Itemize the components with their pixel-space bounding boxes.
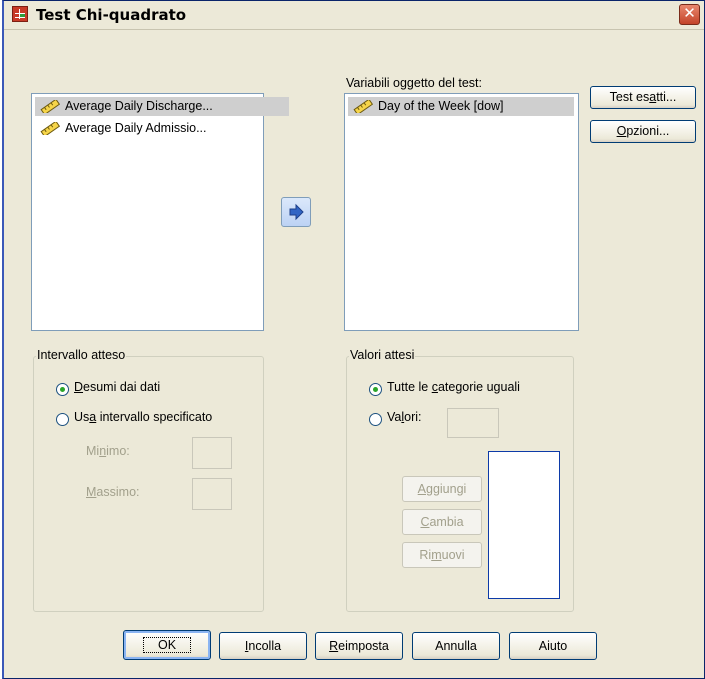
test-variables-label: Variabili oggetto del test: xyxy=(346,76,482,90)
add-button[interactable]: Aggiungi xyxy=(402,476,482,502)
expected-values-list[interactable] xyxy=(488,451,560,599)
expected-range-title: Intervallo atteso xyxy=(36,348,127,362)
radio-values-label[interactable]: Valori: xyxy=(387,410,422,424)
minimum-input[interactable] xyxy=(192,437,232,469)
move-right-button[interactable] xyxy=(281,197,311,227)
radio-from-data[interactable] xyxy=(56,383,69,396)
options-button[interactable]: Opzioni... xyxy=(590,120,696,143)
exact-tests-button[interactable]: Test esatti... xyxy=(590,86,696,109)
expected-values-group: Valori attesi Tutte le categorie uguali … xyxy=(346,348,574,612)
ok-button-label: OK xyxy=(142,637,192,653)
ruler-icon xyxy=(40,122,60,135)
radio-values[interactable] xyxy=(369,413,382,426)
help-button[interactable]: Aiuto xyxy=(509,632,597,660)
radio-specified-range-label[interactable]: Usa intervallo specificato xyxy=(74,410,212,424)
ruler-icon xyxy=(353,100,373,113)
ok-button[interactable]: OK xyxy=(123,630,211,660)
ruler-icon xyxy=(40,100,60,113)
paste-button[interactable]: Incolla xyxy=(219,632,307,660)
cancel-button[interactable]: Annulla xyxy=(412,632,500,660)
radio-equal-categories-label[interactable]: Tutte le categorie uguali xyxy=(387,380,520,394)
change-button[interactable]: Cambia xyxy=(402,509,482,535)
list-item-label: Average Daily Discharge... xyxy=(65,99,213,113)
list-item-label: Average Daily Admissio... xyxy=(65,121,207,135)
source-variable-list[interactable]: Average Daily Discharge... Average Daily… xyxy=(31,93,289,331)
maximum-input[interactable] xyxy=(192,478,232,510)
maximum-label: Massimo: xyxy=(86,485,140,499)
reset-button[interactable]: Reimposta xyxy=(315,632,403,660)
arrow-right-icon xyxy=(289,203,304,221)
minimum-label: Minimo: xyxy=(86,444,130,458)
close-button[interactable]: ✕ xyxy=(679,4,700,25)
radio-from-data-label[interactable]: Desumi dai dati xyxy=(74,380,160,394)
radio-specified-range[interactable] xyxy=(56,413,69,426)
window-title: Test Chi-quadrato xyxy=(36,6,187,24)
test-variable-list[interactable]: Day of the Week [dow] xyxy=(344,93,579,331)
values-input[interactable] xyxy=(447,408,499,438)
radio-equal-categories[interactable] xyxy=(369,383,382,396)
remove-button[interactable]: Rimuovi xyxy=(402,542,482,568)
dialog-window: Test Chi-quadrato ✕ Average Daily Discha… xyxy=(2,0,705,679)
expected-values-title: Valori attesi xyxy=(349,348,416,362)
spss-table-icon xyxy=(12,6,28,22)
list-item[interactable]: Average Daily Admissio... xyxy=(35,119,207,138)
title-bar[interactable]: Test Chi-quadrato ✕ xyxy=(4,1,704,30)
expected-range-group: Intervallo atteso Desumi dai dati Usa in… xyxy=(33,348,264,612)
list-item[interactable]: Average Daily Discharge... xyxy=(35,97,289,116)
list-item[interactable]: Day of the Week [dow] xyxy=(348,97,574,116)
list-item-label: Day of the Week [dow] xyxy=(378,99,504,113)
